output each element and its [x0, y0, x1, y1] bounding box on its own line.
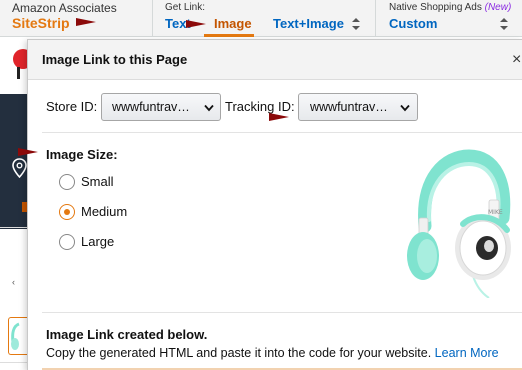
product-thumbnail[interactable] [8, 317, 27, 355]
size-option-label: Medium [81, 204, 128, 219]
tab-text-image[interactable]: Text+Image [273, 16, 344, 31]
tracking-id-select[interactable]: wwwfuntrav… [298, 93, 418, 121]
link-created-text: Copy the generated HTML and paste it int… [46, 346, 432, 360]
chevron-down-icon [204, 104, 214, 112]
new-badge: (New) [484, 2, 512, 13]
native-ads-label-text: Native Shopping Ads [389, 2, 482, 13]
popup-header: Image Link to this Page × [28, 40, 522, 80]
link-created-description: Copy the generated HTML and paste it int… [46, 346, 499, 360]
popup-title: Image Link to this Page [42, 52, 188, 67]
native-ads-label: Native Shopping Ads (New) [389, 2, 511, 13]
radio-large[interactable] [59, 234, 75, 250]
image-link-popup: Image Link to this Page × Store ID: wwwf… [27, 39, 522, 370]
store-id-select[interactable]: wwwfuntrav… [101, 93, 221, 121]
location-pin-icon [12, 158, 27, 178]
radio-medium[interactable] [59, 204, 75, 220]
annotation-arrow-icon [269, 113, 289, 121]
link-created-title: Image Link created below. [46, 327, 208, 342]
divider [375, 0, 376, 37]
updown-arrow-icon[interactable] [499, 17, 509, 31]
divider [42, 312, 522, 313]
get-link-label: Get Link: [165, 2, 206, 13]
radio-small[interactable] [59, 174, 75, 190]
brand-associates-label: Amazon Associates [12, 1, 117, 15]
divider [42, 132, 522, 133]
native-ads-select[interactable]: Custom [389, 16, 437, 31]
image-size-label: Image Size: [46, 147, 118, 162]
brand-logo-icon [13, 49, 27, 79]
headphones-icon [407, 149, 511, 298]
product-brand-mark: MIKE [488, 209, 503, 216]
tracking-id-value: wwwfuntrav… [310, 100, 388, 114]
annotation-arrow-icon [76, 18, 96, 26]
active-tab-indicator [204, 34, 254, 37]
native-shopping-ads-group: Native Shopping Ads (New) Custom [389, 0, 522, 37]
close-icon[interactable]: × [512, 51, 521, 69]
store-id-label: Store ID: [46, 99, 98, 114]
updown-arrow-icon[interactable] [351, 17, 361, 31]
chevron-down-icon [400, 104, 410, 112]
tab-image[interactable]: Image [214, 16, 252, 31]
divider [0, 227, 27, 228]
brand-sitestripe-label: SiteStrip [12, 15, 70, 31]
learn-more-link[interactable]: Learn More [435, 346, 499, 360]
background-product-page: ‹ [0, 37, 27, 370]
divider [152, 0, 153, 37]
back-chevron-icon: ‹ [12, 277, 15, 287]
annotation-arrow-icon [186, 20, 206, 28]
store-id-value: wwwfuntrav… [112, 100, 190, 114]
divider [0, 362, 27, 363]
headphones-thumbnail-icon [11, 322, 20, 350]
annotation-arrow-icon [18, 148, 38, 156]
size-option-label: Small [81, 174, 114, 189]
size-option-label: Large [81, 234, 115, 249]
